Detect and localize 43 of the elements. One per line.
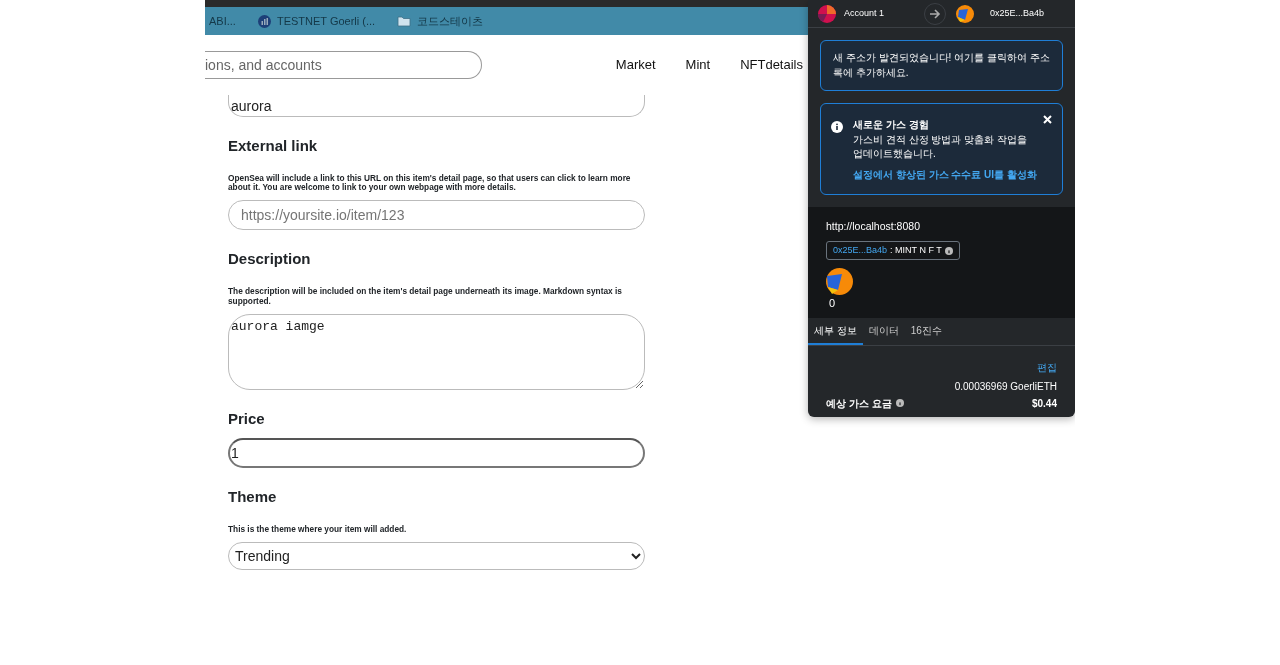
name-field[interactable]: aurora (228, 95, 645, 117)
nav-link[interactable]: Mint (685, 55, 711, 75)
field-hint: The description will be included on the item's detail page underneath its image. Markdown syntax is supported. (228, 286, 623, 307)
edit-link[interactable]: 편집 (826, 359, 1057, 375)
nav-link[interactable]: Market (615, 55, 656, 75)
contract-method[interactable]: 0x25E...Ba4b : MINT N F T (826, 240, 960, 261)
amount: 0 (829, 296, 837, 312)
origin-url: http://localhost:8080 (826, 219, 921, 234)
address-notice[interactable]: 새 주소가 발견되었습니다! 여기를 클릭하여 주소록에 추가하세요. (820, 40, 1063, 91)
description-field[interactable]: aurora iamge (228, 313, 645, 390)
field-label: External link (228, 136, 319, 156)
text-field[interactable]: https://yoursite.io/item/123 (228, 200, 645, 231)
alert-title: 새로운 가스 경험 (853, 118, 930, 132)
field-label: Theme (228, 487, 278, 508)
account-avatar-icon (818, 4, 836, 23)
field-hint: OpenSea will include a link to this URL on this item's detail page, so that users can click to learn more about it. You are welcome to link to your own webpage with more details. (228, 173, 632, 194)
gas-fiat: $0.44 (1030, 396, 1057, 411)
tab[interactable]: 데이터 (862, 317, 905, 345)
close-icon[interactable] (1043, 115, 1052, 124)
gas-amount: 0.00036969 GoerliETH (954, 379, 1057, 394)
gas-label: 예상 가스 요금 (826, 396, 892, 411)
info-icon (944, 246, 953, 255)
text-field[interactable]: 1 (228, 438, 645, 469)
recipient-avatar-icon (956, 4, 975, 23)
info-icon (831, 121, 843, 133)
chart-icon (257, 14, 271, 28)
search-field[interactable]: ions, and accounts (205, 51, 482, 79)
field-label: Description (228, 249, 312, 270)
field-label: Price (228, 408, 266, 429)
tab[interactable]: 16진수 (904, 317, 948, 345)
recipient-address: 0x25E...Ba4b (990, 6, 1045, 20)
info-icon (895, 399, 904, 408)
nav-link[interactable]: NFTdetails (740, 55, 803, 75)
theme-select[interactable]: Trending (228, 541, 645, 570)
alert-text: 가스비 견적 산정 방법과 맞춤화 작업을 업데이트했습니다. (853, 132, 1028, 161)
contract-address[interactable]: 0x25E...Ba4b (833, 243, 888, 258)
account-name: Account 1 (844, 6, 885, 20)
folder-icon (397, 15, 412, 27)
tab[interactable]: 세부 정보 (808, 317, 863, 345)
token-icon (826, 268, 853, 296)
settings-link[interactable]: 설정에서 향상된 가스 수수료 UI를 활성화 (853, 167, 1038, 182)
method-name: : MINT N F T (890, 243, 942, 257)
field-hint: This is the theme where your item will added. (228, 524, 408, 535)
